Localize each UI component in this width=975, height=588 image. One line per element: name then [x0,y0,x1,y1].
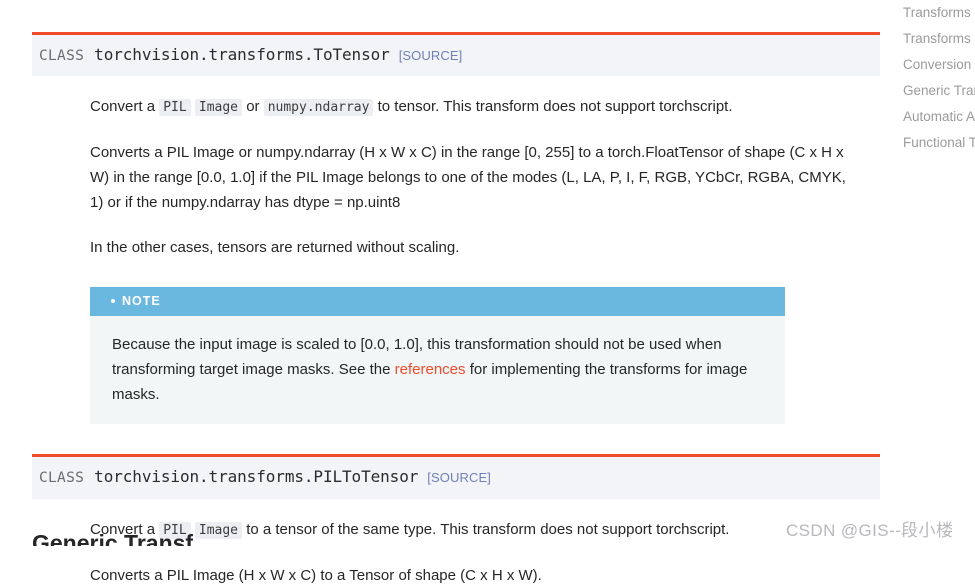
paragraph-convert-summary: Convert a PIL Image to a tensor of the s… [90,517,870,543]
note-bullet-icon [111,299,115,304]
inline-code-numpy-ndarray: numpy.ndarray [263,99,374,117]
class-signature-bar: CLASS torchvision.transforms.ToTensor [SOU… [32,35,880,77]
note-admonition: NOTE Because the input image is scaled t… [90,287,785,425]
note-paragraph: Because the input image is scaled to [0.… [112,332,763,407]
csdn-watermark: CSDN @GIS--段小楼 [786,521,954,540]
class-section-piltotensor: CLASS torchvision.transforms.PILToTensor [… [32,454,880,499]
paragraph-conversion-details: Converts a PIL Image (H x W x C) to a Te… [90,566,542,584]
class-keyword-label: CLASS [39,470,85,487]
sidebar-item-functional-transforms[interactable]: Functional Tr [903,130,975,156]
inline-code-image: Image [194,521,243,539]
note-title-label: NOTE [122,294,161,309]
paragraph-conversion-details: Converts a PIL Image or numpy.ndarray (H… [90,144,846,212]
documentation-page: CLASS torchvision.transforms.ToTensor [SOU… [0,0,975,584]
text-fragment: to a tensor of the same type. This trans… [246,520,730,538]
text-fragment: or [246,98,260,116]
paragraph-convert-summary: Convert a PIL Image or numpy.ndarray to … [90,94,870,120]
sidebar-item-automatic-augmentation[interactable]: Automatic A [903,104,975,130]
sidebar-item-transforms-o-2[interactable]: Transforms o [903,26,975,52]
references-link[interactable]: references [395,361,466,378]
text-fragment: Convert a [90,98,156,116]
class-section-totensor: CLASS torchvision.transforms.ToTensor [SOU… [32,32,880,77]
note-body: Because the input image is scaled to [0.… [90,316,785,425]
inline-code-image: Image [194,99,243,117]
class-body-piltotensor: Convert a PIL Image to a tensor of the s… [32,517,880,588]
class-qualified-name: torchvision.transforms.PILToTensor [94,467,419,487]
section-heading-generic-transforms: Generic Transf [32,530,194,546]
class-signature-bar: CLASS torchvision.transforms.PILToTensor [… [32,457,880,499]
class-body-totensor: Convert a PIL Image or numpy.ndarray to … [32,94,880,260]
sidebar-item-transforms-o-1[interactable]: Transforms o [903,0,975,26]
text-fragment: to tensor. This transform does not suppo… [377,98,733,116]
note-header: NOTE [90,287,785,317]
paragraph-other-cases: In the other cases, tensors are returned… [90,239,460,257]
main-content-column: CLASS torchvision.transforms.ToTensor [SOU… [32,0,880,588]
class-keyword-label: CLASS [39,48,85,64]
sidebar-item-generic-transforms[interactable]: Generic Tran [903,78,975,104]
on-this-page-sidebar: Transforms o Transforms o Conversion T G… [903,0,975,546]
sidebar-item-conversion-transforms[interactable]: Conversion T [903,52,975,78]
source-link[interactable]: [SOURCE] [427,470,491,485]
inline-code-pil: PIL [159,99,191,117]
class-qualified-name: torchvision.transforms.ToTensor [94,45,390,64]
source-link[interactable]: [SOURCE] [399,48,463,63]
